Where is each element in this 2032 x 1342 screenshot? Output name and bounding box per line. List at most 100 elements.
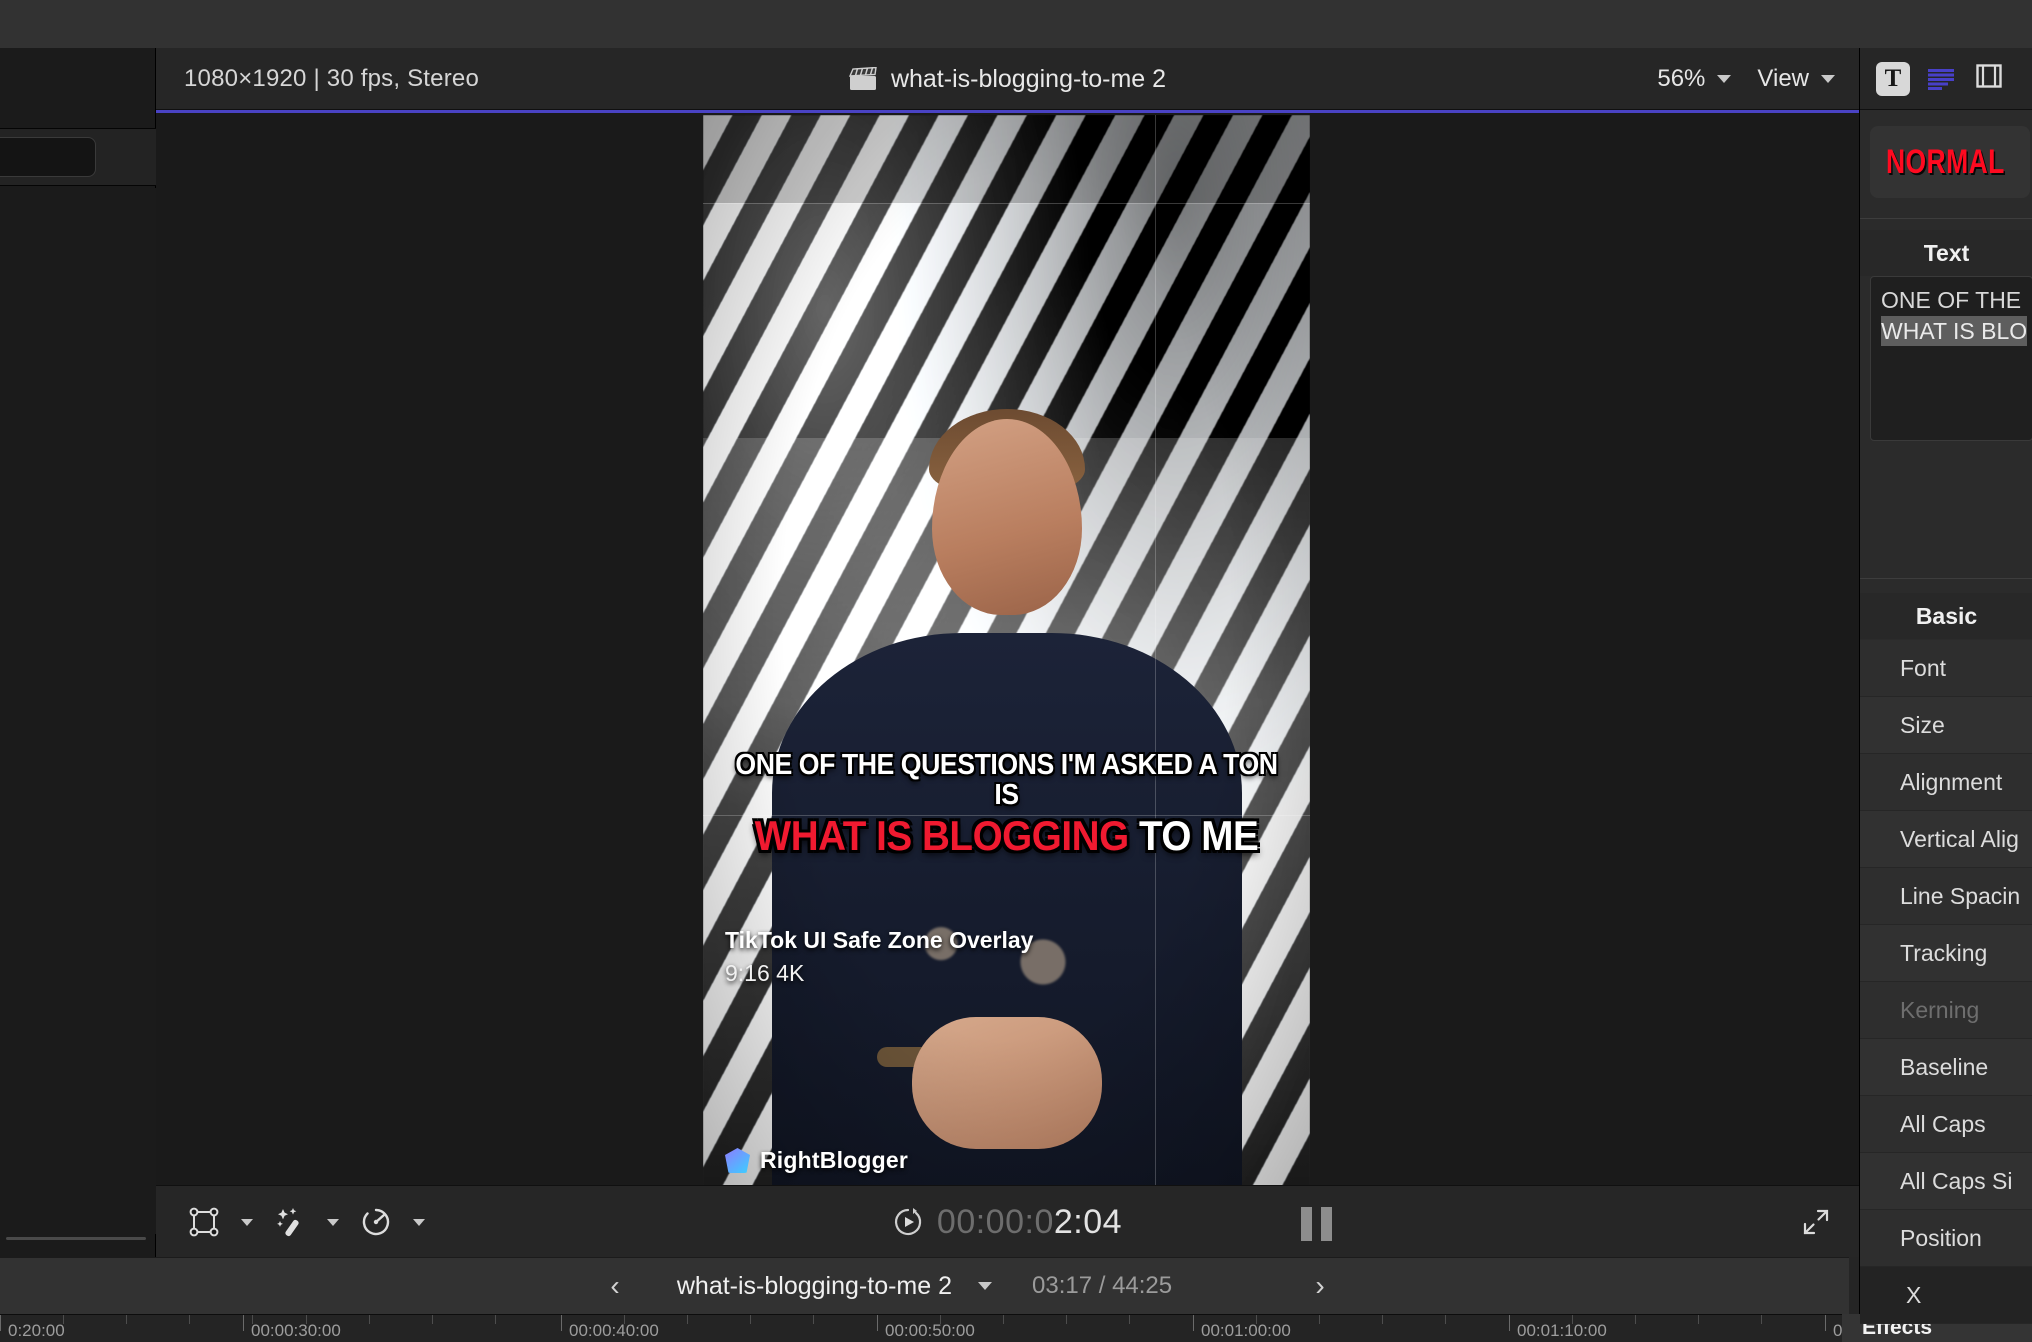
title-style-preview[interactable]: NORMAL	[1870, 126, 2030, 198]
timeline-major-tick	[1193, 1315, 1194, 1331]
timeline-tick-label: 00:01:10:00	[1517, 1321, 1607, 1340]
chevron-down-icon	[1821, 75, 1835, 83]
inspector-divider-2	[1860, 578, 2032, 579]
video-frame[interactable]: ONE OF THE QUESTIONS I'M ASKED A TON IS …	[703, 115, 1310, 1185]
film-strip-icon	[1976, 64, 2002, 93]
safe-zone-top-band	[703, 115, 1310, 203]
caption-tail: TO ME	[1128, 812, 1259, 860]
property-row-font[interactable]: Font	[1860, 640, 2032, 697]
clapperboard-icon	[848, 66, 877, 91]
basic-section-header[interactable]: Basic	[1860, 593, 2032, 639]
sidebar-list[interactable]	[0, 188, 156, 1234]
timeline-major-tick	[1509, 1315, 1510, 1331]
property-row-x[interactable]: X	[1860, 1267, 2032, 1324]
inspector-tab-bar: T	[1860, 48, 2032, 110]
property-row-all-caps[interactable]: All Caps	[1860, 1096, 2032, 1153]
magic-wand-icon[interactable]	[268, 1200, 312, 1244]
property-row-size[interactable]: Size	[1860, 697, 2032, 754]
enhance-chevron-down-icon[interactable]	[320, 1200, 346, 1244]
zoom-level-dropdown[interactable]: 56%	[1657, 65, 1732, 93]
timeline-minor-tick	[813, 1315, 814, 1324]
property-row-baseline[interactable]: Baseline	[1860, 1039, 2032, 1096]
property-row-vertical-alig[interactable]: Vertical Alig	[1860, 811, 2032, 868]
property-label: All Caps Si	[1900, 1167, 2013, 1194]
property-label: Baseline	[1900, 1053, 1989, 1080]
caption-overlay: ONE OF THE QUESTIONS I'M ASKED A TON IS …	[711, 749, 1302, 860]
text-content-field[interactable]: ONE OF THE WHAT IS BLO	[1870, 276, 2032, 441]
overlay-title-text: TikTok UI Safe Zone Overlay	[725, 927, 1034, 953]
timeline-minor-tick	[750, 1315, 751, 1324]
timeline-minor-tick	[369, 1315, 370, 1324]
property-label: X	[1906, 1281, 1922, 1308]
property-label: All Caps	[1900, 1110, 1986, 1137]
caption-line-2: WHAT IS BLOGGING TO ME	[735, 812, 1279, 860]
retime-chevron-down-icon[interactable]	[406, 1200, 432, 1244]
timeline-minor-tick	[1761, 1315, 1762, 1324]
timeline-minor-tick	[495, 1315, 496, 1324]
project-chevron-down-icon[interactable]	[978, 1282, 992, 1290]
timeline-minor-tick	[126, 1315, 127, 1324]
playhead-timecode[interactable]: 00:00:02:04	[937, 1203, 1122, 1242]
video-inspector-tab[interactable]	[1972, 62, 2006, 96]
preview-word: NORMAL	[1886, 142, 2005, 181]
property-label: Line Spacin	[1900, 882, 2021, 909]
timeline-minor-tick	[1066, 1315, 1067, 1324]
timeline-minor-tick	[432, 1315, 433, 1324]
property-label: Vertical Alig	[1900, 825, 2019, 852]
safe-zone-guide-right	[1155, 115, 1156, 1185]
property-label: Alignment	[1900, 768, 2003, 795]
viewer-toolbar: 1080×1920 | 30 fps, Stereo what-is-blogg…	[156, 48, 1859, 110]
text-section-header[interactable]: Text	[1860, 230, 2032, 276]
transform-chevron-down-icon[interactable]	[234, 1200, 260, 1244]
project-navigation-bar: ‹ what-is-blogging-to-me 2 03:17 / 44:25…	[0, 1257, 1849, 1314]
overlay-subtitle-text: 9:16 4K	[725, 960, 805, 986]
property-row-alignment[interactable]: Alignment	[1860, 754, 2032, 811]
property-row-all-caps-si[interactable]: All Caps Si	[1860, 1153, 2032, 1210]
timeline-minor-tick	[1319, 1315, 1320, 1324]
caption-line-1: ONE OF THE QUESTIONS I'M ASKED A TON IS	[735, 749, 1278, 811]
media-info: 1080×1920 | 30 fps, Stereo	[184, 65, 479, 92]
property-label: Size	[1900, 711, 1945, 738]
inspector-divider	[1860, 218, 2032, 219]
title-inspector-tab[interactable]	[1924, 62, 1958, 96]
timeline-minor-tick	[63, 1315, 64, 1324]
inspector-panel: T NORMAL Text ONE OF THE WHAT IS BLO Bas…	[1859, 48, 2032, 1324]
expand-icon	[1803, 1209, 1829, 1235]
pause-indicator-icon	[1301, 1207, 1332, 1241]
timeline-minor-tick	[1129, 1315, 1130, 1324]
property-label: Font	[1900, 654, 1947, 681]
timecode-leading-zeros: 00:00:0	[936, 1202, 1054, 1241]
viewer-canvas[interactable]: ONE OF THE QUESTIONS I'M ASKED A TON IS …	[156, 110, 1859, 1185]
fullscreen-button[interactable]	[1801, 1186, 1831, 1258]
frame-vignette	[703, 115, 1310, 1185]
next-project-button[interactable]: ›	[1300, 1270, 1340, 1302]
timeline-minor-tick	[1003, 1315, 1004, 1324]
property-label: Kerning	[1900, 996, 1980, 1023]
timeline-major-tick	[243, 1315, 244, 1331]
property-row-line-spacin[interactable]: Line Spacin	[1860, 868, 2032, 925]
text-line-1: ONE OF THE	[1881, 287, 2022, 313]
timeline-ruler[interactable]: 0:20:00 00:00:30:00 00:00:40:00 00:00:50:00…	[0, 1314, 2032, 1342]
property-row-tracking[interactable]: Tracking	[1860, 925, 2032, 982]
previous-project-button[interactable]: ‹	[595, 1270, 635, 1302]
timeline-minor-tick	[1635, 1315, 1636, 1324]
text-inspector-tab[interactable]: T	[1876, 61, 1910, 96]
text-T-icon: T	[1884, 64, 1902, 92]
timeline-tick-label: 00:00:50:00	[885, 1321, 975, 1340]
property-label: Position	[1900, 1224, 1982, 1251]
timeline-minor-tick	[624, 1315, 625, 1324]
sidebar-search-input[interactable]	[0, 137, 96, 177]
sidebar-scrollbar[interactable]	[6, 1237, 146, 1240]
view-options-dropdown[interactable]: View	[1757, 65, 1835, 93]
safe-zone-guide-top	[703, 203, 1310, 204]
speedometer-icon[interactable]	[354, 1200, 398, 1244]
property-row-position[interactable]: Position	[1860, 1210, 2032, 1267]
chevron-down-icon	[1717, 75, 1732, 83]
viewer-tools-group	[182, 1186, 432, 1258]
timeline-minor-tick	[940, 1315, 941, 1324]
play-from-start-icon[interactable]	[893, 1207, 923, 1237]
transform-crop-icon[interactable]	[182, 1200, 226, 1244]
browser-sidebar	[0, 48, 156, 1284]
timeline-major-tick	[0, 1315, 1, 1331]
timeline-major-tick	[1825, 1315, 1826, 1331]
